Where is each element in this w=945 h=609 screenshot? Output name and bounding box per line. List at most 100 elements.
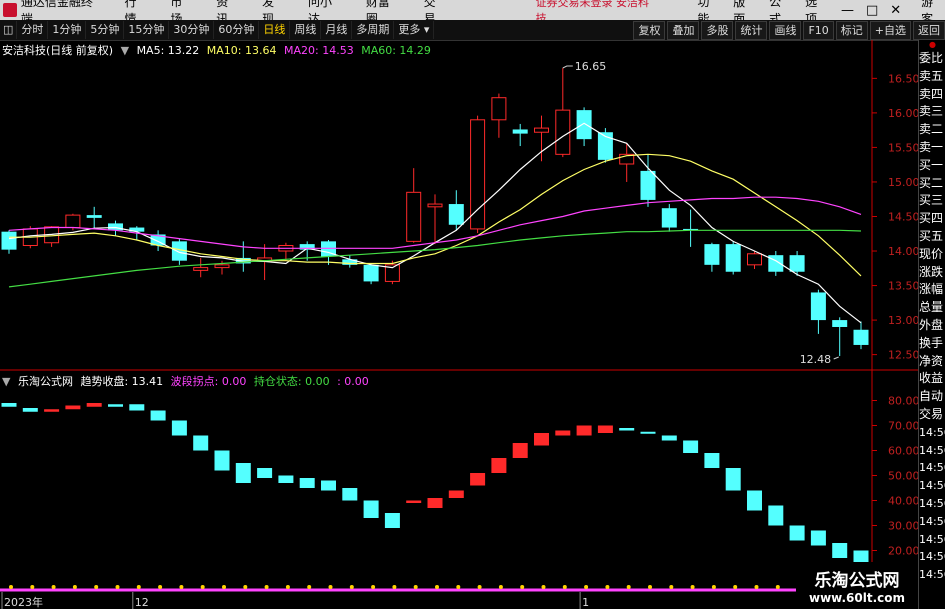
close-icon[interactable]: ✕ [890, 3, 901, 18]
period-multi[interactable]: 多周期 [352, 21, 395, 39]
indicator-bar-down [129, 404, 145, 411]
indicator-tick-label: 80.00 [888, 395, 918, 408]
x-axis-dot [371, 585, 376, 589]
x-axis-dot [584, 585, 589, 589]
x-axis-dot [669, 585, 674, 589]
price-tick-label: 12.50 [888, 349, 918, 362]
panel-label: 自动 [919, 389, 944, 404]
indicator-tick-label: 40.00 [888, 495, 918, 508]
low-marker-line [833, 356, 839, 360]
candle-body-up [555, 109, 571, 155]
indicator-tick-label: 50.00 [888, 470, 918, 483]
panel-time: 14:56 [919, 550, 945, 564]
panel-label: 涨跌 [919, 264, 944, 279]
indicator-bar-down [789, 525, 805, 541]
period-15min[interactable]: 15分钟 [124, 21, 170, 39]
period-60min[interactable]: 60分钟 [214, 21, 260, 39]
x-axis-dot [285, 585, 290, 589]
panel-label: 现价 [919, 246, 944, 261]
indicator-bar-up [512, 443, 528, 458]
candle-body-up [214, 264, 230, 269]
period-more[interactable]: 更多 ▾ [394, 21, 435, 39]
candle-body-down [853, 329, 869, 345]
add-watchlist-button[interactable]: +自选 [869, 21, 911, 40]
x-axis-dot [648, 585, 652, 589]
indicator-bar-down [171, 420, 187, 436]
indicator-bar-down [661, 435, 677, 441]
indicator-tick-label: 30.00 [888, 520, 918, 533]
period-monthly[interactable]: 月线 [321, 21, 353, 39]
indicator-bar-up [427, 498, 443, 508]
toolbar-settings-icon[interactable]: ◫ [0, 21, 18, 39]
indicator-bar-down [342, 488, 358, 501]
period-1min[interactable]: 1分钟 [48, 21, 87, 39]
indicator-bar-down [363, 500, 379, 518]
indicator-tick-label: 20.00 [888, 545, 918, 558]
maximize-icon[interactable]: □ [866, 3, 878, 18]
indicator-bar-down [214, 450, 230, 471]
x-axis-dot [435, 585, 439, 589]
x-axis-label: 1 [582, 596, 589, 609]
panel-label: 卖四 [919, 86, 944, 101]
panel-label: 收益 [919, 371, 944, 386]
draw-line-button[interactable]: 画线 [769, 21, 802, 40]
indicator-bar-down [321, 480, 336, 491]
indicator-bar-down [704, 453, 720, 468]
indicator-bar-down [1, 403, 17, 407]
period-5min[interactable]: 5分钟 [86, 21, 125, 39]
period-toolbar: ◫ 分时 1分钟 5分钟 15分钟 30分钟 60分钟 日线 周线 月线 多周期… [0, 20, 945, 41]
indicator-tick-label: 70.00 [888, 420, 918, 433]
x-axis-dot [349, 585, 354, 589]
quote-side-panel: ● 委比 卖五 卖四 卖三 卖二 卖一 买一 买二 买三 买四 买五 现价 涨跌 涨幅 总量 外盘 换手 净资 收益… [918, 40, 945, 609]
x-axis-dot [328, 585, 333, 589]
indicator-bar-down [683, 440, 699, 453]
x-axis-dot [690, 585, 695, 589]
candle-body-down [1, 231, 17, 250]
panel-label: 涨幅 [919, 282, 944, 297]
stock-chart-canvas[interactable]: 16.65 12.48 16.50 16.00 15.50 15.00 14.50 14.0… [0, 40, 918, 609]
indicator-bar-down [747, 490, 762, 511]
minimize-icon[interactable]: — [841, 3, 854, 18]
panel-label: 买一 [919, 157, 944, 172]
period-30min[interactable]: 30分钟 [169, 21, 215, 39]
indicator-bar-down [725, 468, 741, 491]
x-axis-dot [264, 585, 269, 589]
period-more-label: 更多 [398, 23, 421, 36]
period-intraday[interactable]: 分时 [17, 21, 49, 39]
sub-chart-layer [1, 403, 869, 563]
indicator-bar-up [406, 500, 422, 503]
candle-body-down [640, 170, 656, 200]
x-axis-dot [307, 585, 312, 589]
indicator-bar-down [640, 431, 656, 434]
x-axis-dot [179, 585, 184, 589]
indicator-bar-up [576, 425, 592, 436]
indicator-bar-down [810, 530, 826, 546]
adjust-button[interactable]: 复权 [633, 21, 666, 40]
multi-stock-button[interactable]: 多股 [701, 21, 734, 40]
x-axis-dot [711, 585, 716, 589]
panel-label: 净资 [919, 353, 944, 368]
panel-time: 14:56 [919, 568, 945, 582]
panel-label: 买五 [919, 228, 944, 243]
statistics-button[interactable]: 统计 [735, 21, 768, 40]
axis-layer: 16.50 16.00 15.50 15.00 14.50 14.00 13.50 13.00… [872, 72, 918, 558]
overlay-button[interactable]: 叠加 [667, 21, 700, 40]
period-weekly[interactable]: 周线 [290, 21, 322, 39]
price-tick-label: 15.00 [888, 176, 918, 189]
panel-label: 卖一 [919, 139, 944, 154]
x-axis-dot [72, 585, 77, 589]
x-axis-dot [626, 585, 631, 589]
candle-body-up [65, 214, 81, 229]
panel-time: 14:56 [919, 443, 945, 457]
indicator-bar-up [448, 490, 464, 498]
back-button[interactable]: 返回 [913, 21, 945, 40]
f10-button[interactable]: F10 [803, 21, 834, 40]
x-axis-layer: 2023年 12 1 [0, 585, 872, 609]
indicator-bar-down [384, 513, 400, 528]
toolbar-right-buttons: 复权 叠加 多股 统计 画线 F10 标记 +自选 返回 [631, 21, 945, 40]
panel-label: 买四 [919, 211, 944, 226]
indicator-bar-up [44, 409, 60, 412]
indicator-tick-label: 60.00 [888, 445, 918, 458]
period-daily[interactable]: 日线 [259, 21, 291, 39]
mark-button[interactable]: 标记 [835, 21, 868, 40]
